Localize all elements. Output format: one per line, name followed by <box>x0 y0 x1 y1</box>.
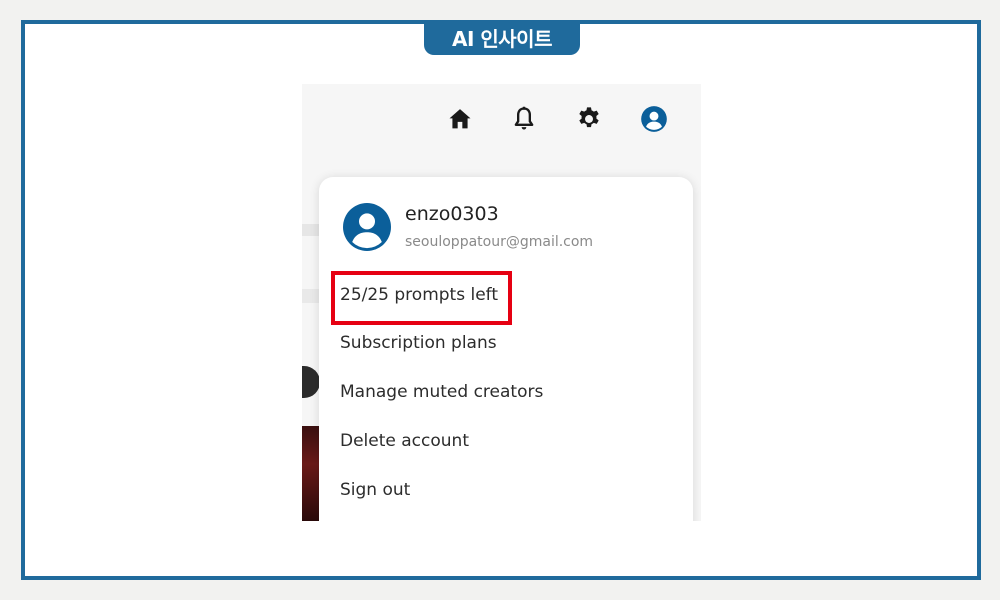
user-avatar-icon[interactable] <box>639 104 669 134</box>
home-icon[interactable] <box>445 104 475 134</box>
brand-badge-label: AI 인사이트 <box>452 27 552 51</box>
gear-icon[interactable] <box>574 104 604 134</box>
profile-username: enzo0303 <box>405 203 499 225</box>
top-navbar <box>302 84 701 152</box>
bell-icon[interactable] <box>509 104 539 134</box>
background-badge <box>302 366 320 398</box>
sign-out-item[interactable]: Sign out <box>340 480 410 500</box>
brand-badge: AI 인사이트 <box>424 20 580 55</box>
delete-account-item[interactable]: Delete account <box>340 431 469 451</box>
annotation-highlight-box <box>331 271 512 325</box>
account-dropdown-menu: enzo0303 seouloppatour@gmail.com 25/25 p… <box>319 177 693 521</box>
profile-avatar-icon <box>343 203 391 251</box>
background-image <box>302 426 320 521</box>
app-screenshot: enzo0303 seouloppatour@gmail.com 25/25 p… <box>302 84 701 521</box>
manage-muted-creators-item[interactable]: Manage muted creators <box>340 382 543 402</box>
profile-email: seouloppatour@gmail.com <box>405 234 594 250</box>
subscription-plans-item[interactable]: Subscription plans <box>340 333 497 353</box>
